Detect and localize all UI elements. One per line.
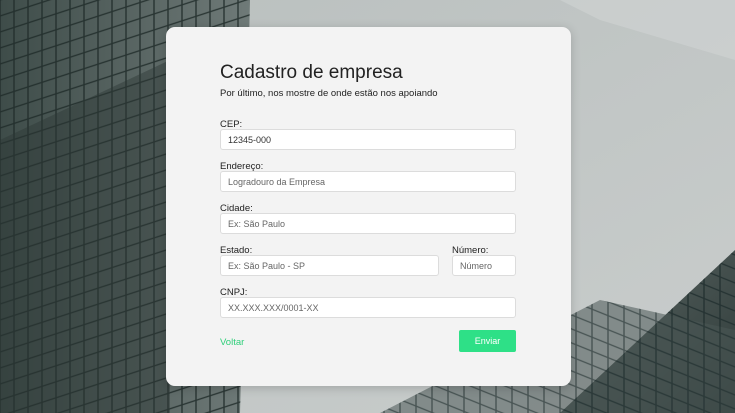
signup-card: Cadastro de empresa Por último, nos most… (166, 27, 571, 386)
numero-field[interactable] (452, 255, 516, 276)
page-subtitle: Por último, nos mostre de onde estão nos… (220, 88, 438, 99)
cidade-field[interactable] (220, 213, 516, 234)
back-link[interactable]: Voltar (220, 337, 244, 348)
page-title: Cadastro de empresa (220, 62, 403, 83)
cnpj-field[interactable] (220, 297, 516, 318)
submit-button[interactable]: Enviar (459, 330, 516, 352)
cep-field[interactable] (220, 129, 516, 150)
endereco-field[interactable] (220, 171, 516, 192)
estado-field[interactable] (220, 255, 439, 276)
